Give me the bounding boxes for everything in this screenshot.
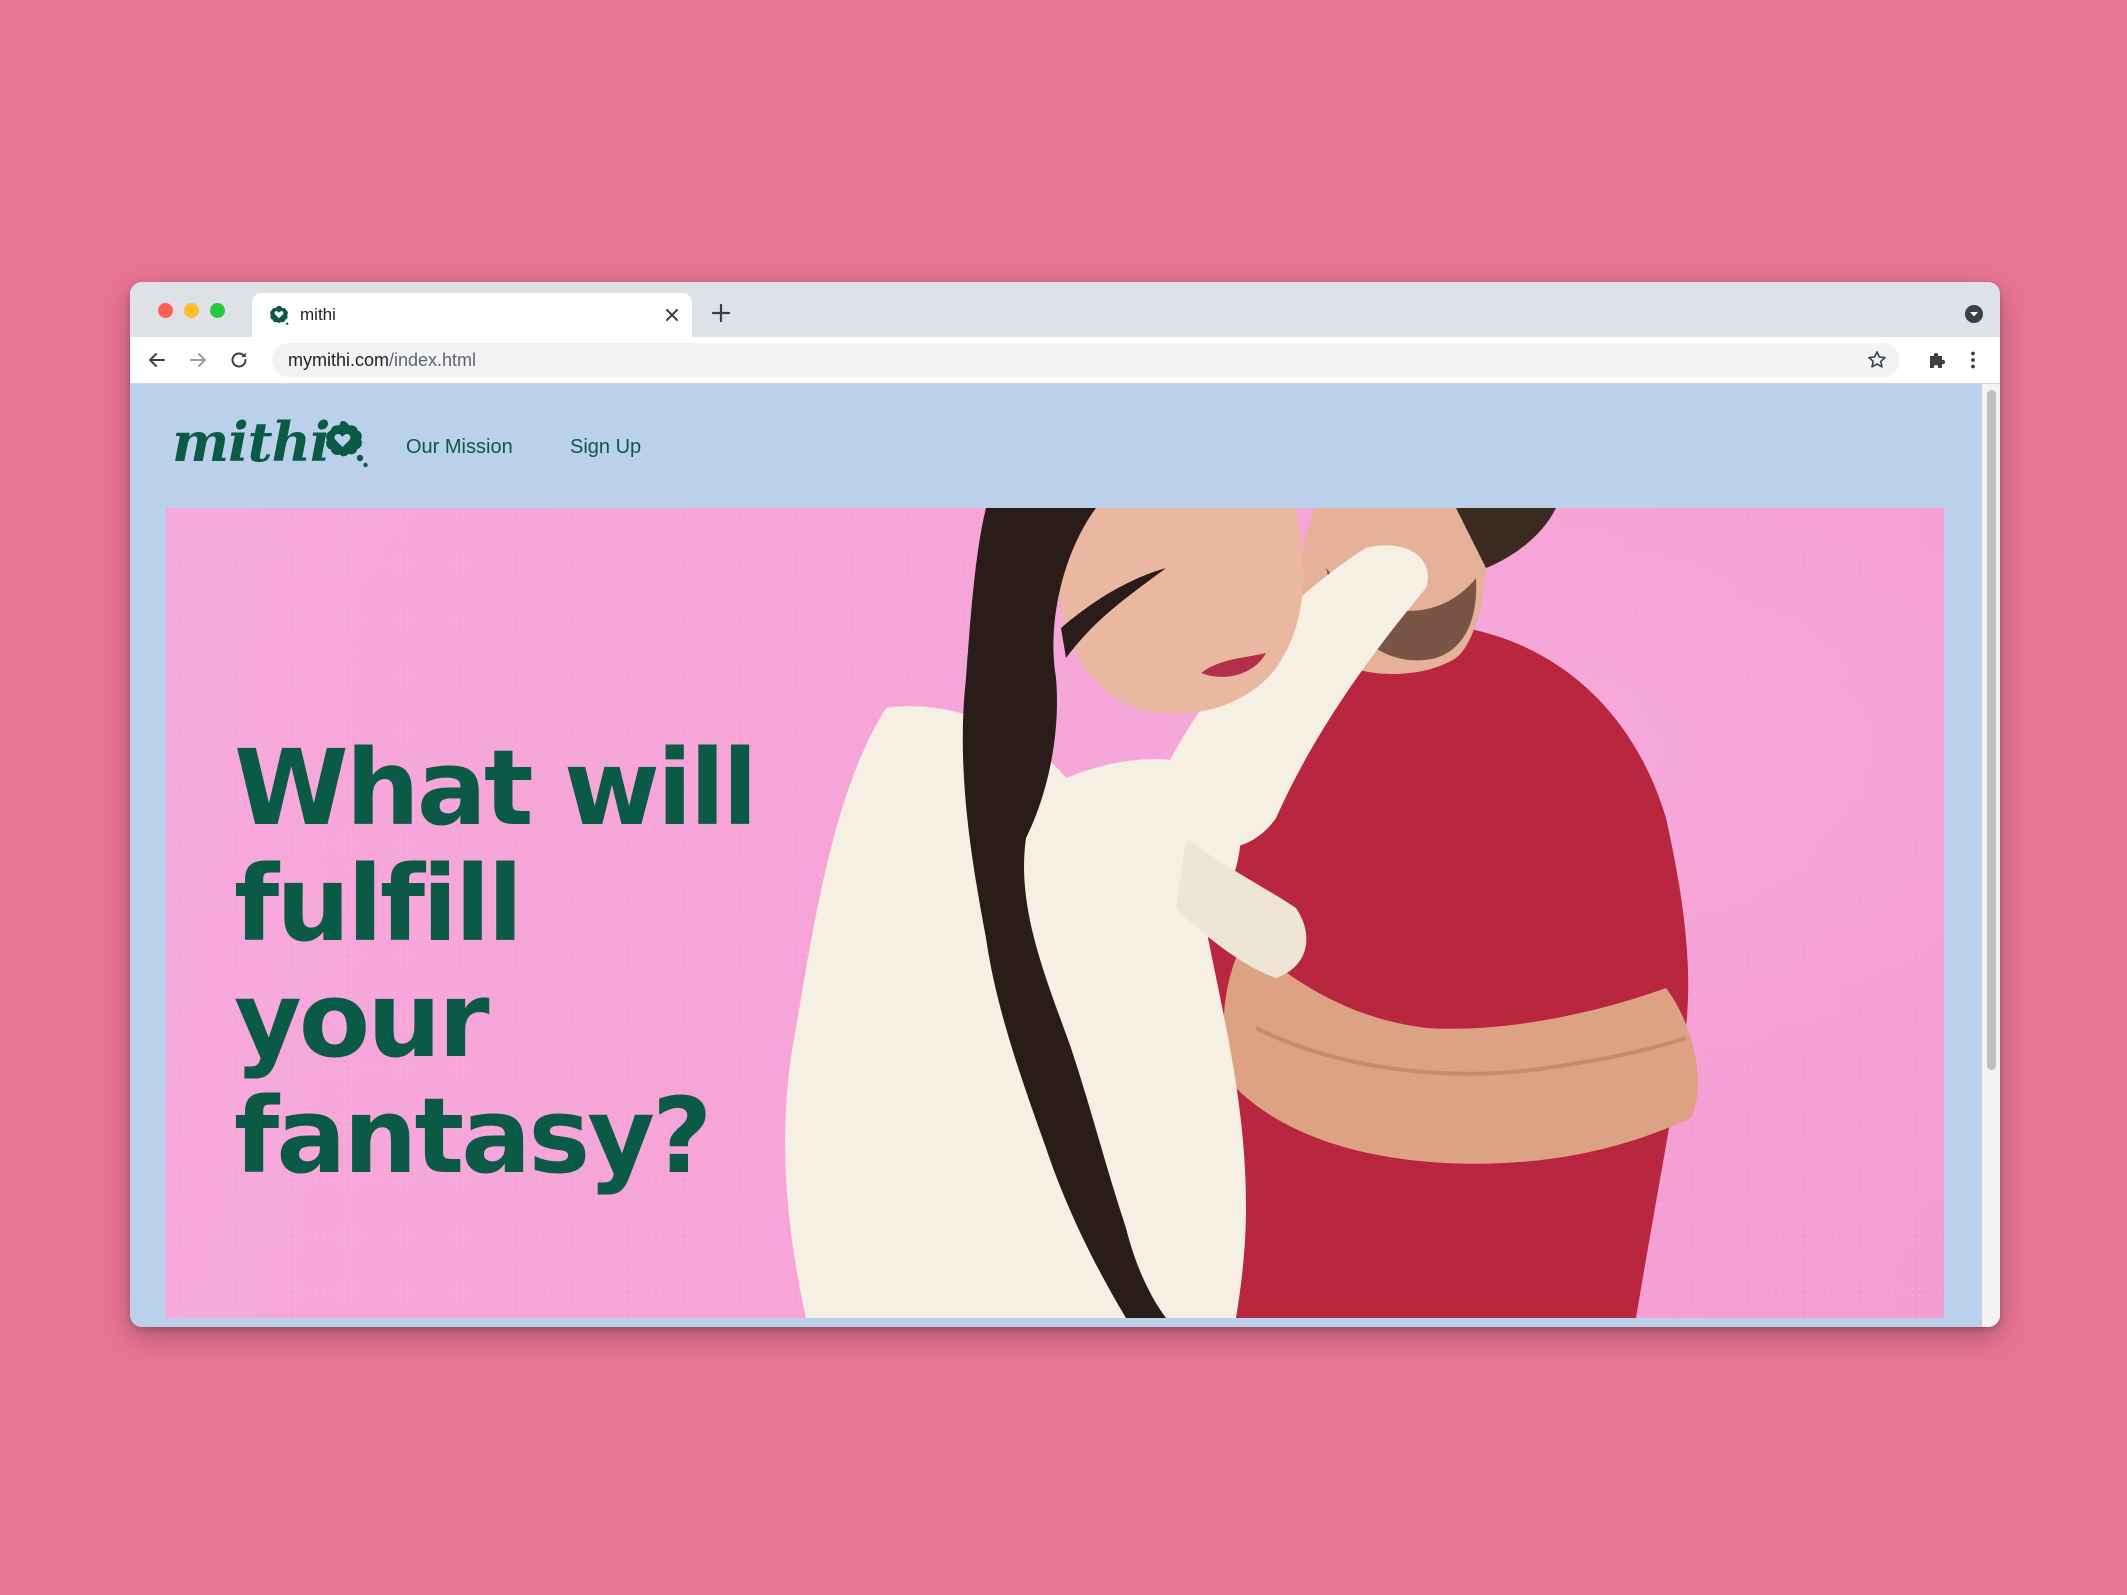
maximize-window-button[interactable] xyxy=(210,303,225,318)
kebab-menu-icon[interactable] xyxy=(1962,349,1984,371)
close-icon[interactable] xyxy=(662,305,682,325)
heart-cloud-logo-icon xyxy=(326,421,368,468)
puzzle-icon[interactable] xyxy=(1926,349,1948,371)
plus-icon[interactable] xyxy=(710,302,732,324)
nav-sign-up[interactable]: Sign Up xyxy=(570,436,641,459)
browser-tab-active[interactable]: mithi xyxy=(252,293,692,337)
reload-icon[interactable] xyxy=(228,349,250,371)
tab-bar: mithi xyxy=(130,282,2000,337)
hero-banner: What will fulfill your fantasy? xyxy=(166,508,1944,1318)
address-bar[interactable]: mymithi.com/index.html xyxy=(272,343,1900,377)
hero-headline: What will fulfill your fantasy? xyxy=(234,727,758,1197)
arrow-right-icon[interactable] xyxy=(187,349,209,371)
url-domain: mymithi.com xyxy=(288,350,390,370)
arrow-left-icon[interactable] xyxy=(146,349,168,371)
scrollbar[interactable] xyxy=(1982,384,2000,1327)
tab-title: mithi xyxy=(300,305,336,324)
url-path: /index.html xyxy=(389,350,477,370)
mithi-heart-cloud-icon xyxy=(270,305,289,325)
scrollbar-thumb[interactable] xyxy=(1987,390,1996,1070)
page-viewport: mithi Our Mission Sign Up What will fulf… xyxy=(130,384,2000,1327)
nav-our-mission[interactable]: Our Mission xyxy=(406,436,513,459)
site-logo[interactable]: mithi xyxy=(172,410,330,474)
close-window-button[interactable] xyxy=(158,303,173,318)
url-text: mymithi.com/index.html xyxy=(288,350,476,371)
browser-window: mithi mymithi.com/index.html mithi Our M… xyxy=(130,282,2000,1327)
browser-toolbar: mymithi.com/index.html xyxy=(130,337,2000,384)
minimize-window-button[interactable] xyxy=(184,303,199,318)
chevron-down-circle-icon[interactable] xyxy=(1964,304,1984,324)
star-icon[interactable] xyxy=(1866,349,1888,371)
site-header: mithi Our Mission Sign Up xyxy=(130,384,2000,504)
